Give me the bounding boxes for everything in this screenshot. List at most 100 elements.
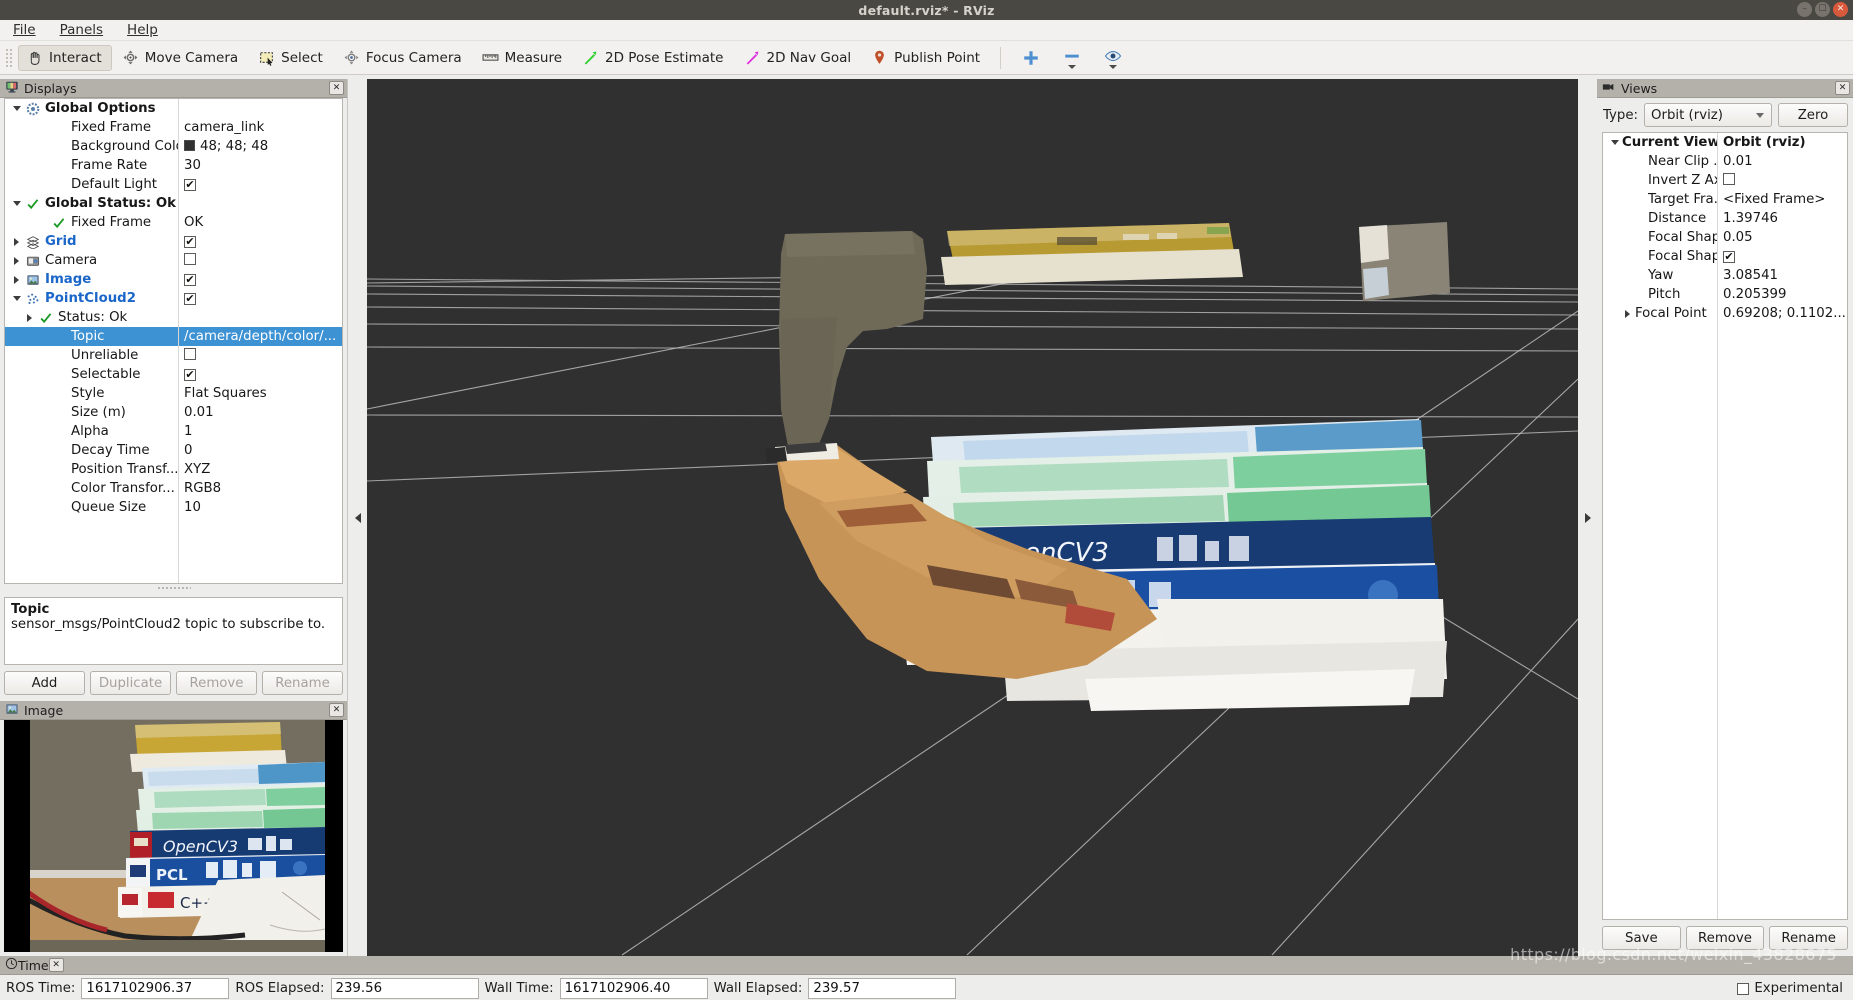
displays-row[interactable]: Selectable ✔ bbox=[5, 365, 342, 384]
checkbox-checked[interactable]: ✔ bbox=[184, 178, 196, 191]
views-row[interactable]: Distance 1.39746 bbox=[1603, 209, 1847, 228]
menu-panels[interactable]: Panels bbox=[57, 21, 106, 39]
displays-row[interactable]: Position Transf... XYZ bbox=[5, 460, 342, 479]
tool-2d-nav-goal[interactable]: 2D Nav Goal bbox=[736, 45, 862, 71]
views-row[interactable]: Focal Point 0.69208; 0.1102... bbox=[1603, 304, 1847, 323]
displays-row[interactable]: Fixed Frame OK bbox=[5, 213, 342, 232]
experimental-toggle[interactable]: Experimental bbox=[1737, 981, 1847, 996]
image-view[interactable]: OpenCV3 PCL C++P bbox=[4, 720, 343, 952]
row-label-cell: Default Light bbox=[5, 177, 178, 192]
wall-time-field[interactable]: 1617102906.40 bbox=[559, 978, 708, 999]
displays-splitter[interactable] bbox=[4, 584, 343, 591]
expander-closed-icon[interactable] bbox=[9, 275, 24, 284]
checkbox-unchecked[interactable] bbox=[184, 347, 196, 360]
minimize-button[interactable]: – bbox=[1797, 2, 1812, 17]
displays-row[interactable]: Global Status: Ok bbox=[5, 194, 342, 213]
displays-row[interactable]: Default Light ✔ bbox=[5, 175, 342, 194]
displays-panel-close-icon[interactable]: ✕ bbox=[329, 81, 344, 95]
displays-row[interactable]: Camera bbox=[5, 251, 342, 270]
displays-row[interactable]: Topic/camera/depth/color/... bbox=[5, 327, 342, 346]
expander-open-icon[interactable] bbox=[9, 106, 24, 111]
chevron-down-icon[interactable] bbox=[1067, 64, 1076, 69]
tool-visibility-button[interactable] bbox=[1092, 47, 1133, 69]
tool-2d-pose-estimate[interactable]: 2D Pose Estimate bbox=[574, 45, 733, 71]
value-text-cell: /camera/depth/color/... bbox=[184, 329, 337, 344]
displays-row[interactable]: Unreliable bbox=[5, 346, 342, 365]
displays-row[interactable]: Background Color 48; 48; 48 bbox=[5, 137, 342, 156]
image-panel-close-icon[interactable]: ✕ bbox=[329, 703, 344, 717]
views-row[interactable]: Yaw 3.08541 bbox=[1603, 266, 1847, 285]
displays-row[interactable]: Status: Ok bbox=[5, 308, 342, 327]
displays-row[interactable]: Queue Size 10 bbox=[5, 498, 342, 517]
left-panel-collapse-handle[interactable] bbox=[348, 79, 367, 956]
tool-select[interactable]: Select bbox=[250, 45, 333, 71]
toolbar-drag-handle[interactable] bbox=[4, 46, 13, 69]
expander-closed-icon[interactable] bbox=[22, 313, 37, 322]
time-panel-close-icon[interactable]: ✕ bbox=[48, 958, 64, 972]
displays-row[interactable]: Size (m) 0.01 bbox=[5, 403, 342, 422]
tool-publish-point[interactable]: Publish Point bbox=[863, 45, 990, 71]
views-rename-button[interactable]: Rename bbox=[1769, 926, 1849, 950]
views-remove-button[interactable]: Remove bbox=[1685, 926, 1765, 950]
displays-row[interactable]: Global Options bbox=[5, 99, 342, 118]
views-row[interactable]: Target Fra... <Fixed Frame> bbox=[1603, 190, 1847, 209]
rename-button[interactable]: Rename bbox=[262, 671, 343, 695]
displays-row[interactable]: PointCloud2 ✔ bbox=[5, 289, 342, 308]
checkbox-unchecked[interactable] bbox=[1723, 172, 1735, 185]
expander-closed-icon[interactable] bbox=[9, 237, 24, 246]
tool-interact[interactable]: Interact bbox=[18, 44, 112, 71]
displays-row[interactable]: Alpha 1 bbox=[5, 422, 342, 441]
experimental-checkbox[interactable] bbox=[1737, 982, 1750, 995]
tool-move-camera[interactable]: Move Camera bbox=[114, 45, 248, 71]
views-row[interactable]: Invert Z Axis bbox=[1603, 171, 1847, 190]
displays-tree[interactable]: Global Options Fixed Frame camera_link Back… bbox=[4, 98, 343, 584]
views-row[interactable]: Focal Shap... ✔ bbox=[1603, 247, 1847, 266]
color-swatch[interactable] bbox=[184, 140, 195, 151]
remove-button[interactable]: Remove bbox=[176, 671, 257, 695]
expander-open-icon[interactable] bbox=[9, 296, 24, 301]
views-row[interactable]: Pitch 0.205399 bbox=[1603, 285, 1847, 304]
tool-focus-camera[interactable]: Focus Camera bbox=[335, 45, 472, 71]
row-label-cell: Current View bbox=[1603, 135, 1717, 150]
displays-row[interactable]: Style Flat Squares bbox=[5, 384, 342, 403]
add-button[interactable]: Add bbox=[4, 671, 85, 695]
right-panel-collapse-handle[interactable] bbox=[1578, 79, 1597, 956]
duplicate-button[interactable]: Duplicate bbox=[90, 671, 171, 695]
expander-open-icon[interactable] bbox=[1607, 140, 1622, 145]
tool-add-button[interactable] bbox=[1010, 49, 1051, 66]
views-save-button[interactable]: Save bbox=[1602, 926, 1681, 950]
displays-row[interactable]: Frame Rate 30 bbox=[5, 156, 342, 175]
wall-elapsed-field[interactable]: 239.57 bbox=[808, 978, 957, 999]
zero-button[interactable]: Zero bbox=[1778, 103, 1848, 127]
view-type-select[interactable]: Orbit (rviz) bbox=[1644, 103, 1772, 127]
ros-elapsed-field[interactable]: 239.56 bbox=[330, 978, 479, 999]
views-row[interactable]: Focal Shap... 0.05 bbox=[1603, 228, 1847, 247]
views-panel-close-icon[interactable]: ✕ bbox=[1835, 81, 1850, 95]
menu-file[interactable]: File bbox=[10, 21, 39, 39]
views-row[interactable]: Near Clip ... 0.01 bbox=[1603, 152, 1847, 171]
expander-closed-icon[interactable] bbox=[1620, 309, 1635, 318]
checkbox-checked[interactable]: ✔ bbox=[184, 273, 196, 286]
displays-row[interactable]: Fixed Frame camera_link bbox=[5, 118, 342, 137]
ros-time-field[interactable]: 1617102906.37 bbox=[81, 978, 230, 999]
expander-open-icon[interactable] bbox=[9, 201, 24, 206]
close-button[interactable]: ✕ bbox=[1833, 2, 1848, 17]
checkbox-unchecked[interactable] bbox=[184, 252, 196, 265]
3d-render-view[interactable]: OpenCV3 C++P bbox=[367, 79, 1578, 956]
checkbox-checked[interactable]: ✔ bbox=[184, 368, 196, 381]
views-row[interactable]: Current View Orbit (rviz) bbox=[1603, 133, 1847, 152]
views-tree[interactable]: Current View Orbit (rviz) Near Clip ... 0.0… bbox=[1602, 132, 1848, 920]
checkbox-checked[interactable]: ✔ bbox=[184, 292, 196, 305]
displays-row[interactable]: Grid ✔ bbox=[5, 232, 342, 251]
displays-row[interactable]: Decay Time 0 bbox=[5, 441, 342, 460]
menu-help[interactable]: Help bbox=[124, 21, 161, 39]
displays-row[interactable]: Color Transfor... RGB8 bbox=[5, 479, 342, 498]
tool-remove-button[interactable] bbox=[1051, 47, 1092, 69]
chevron-down-icon-2[interactable] bbox=[1108, 64, 1117, 69]
tool-measure[interactable]: Measure bbox=[474, 45, 572, 71]
displays-row[interactable]: Image ✔ bbox=[5, 270, 342, 289]
expander-closed-icon[interactable] bbox=[9, 256, 24, 265]
maximize-button[interactable]: ☐ bbox=[1815, 2, 1830, 17]
checkbox-checked[interactable]: ✔ bbox=[184, 235, 196, 248]
checkbox-checked[interactable]: ✔ bbox=[1723, 250, 1735, 263]
